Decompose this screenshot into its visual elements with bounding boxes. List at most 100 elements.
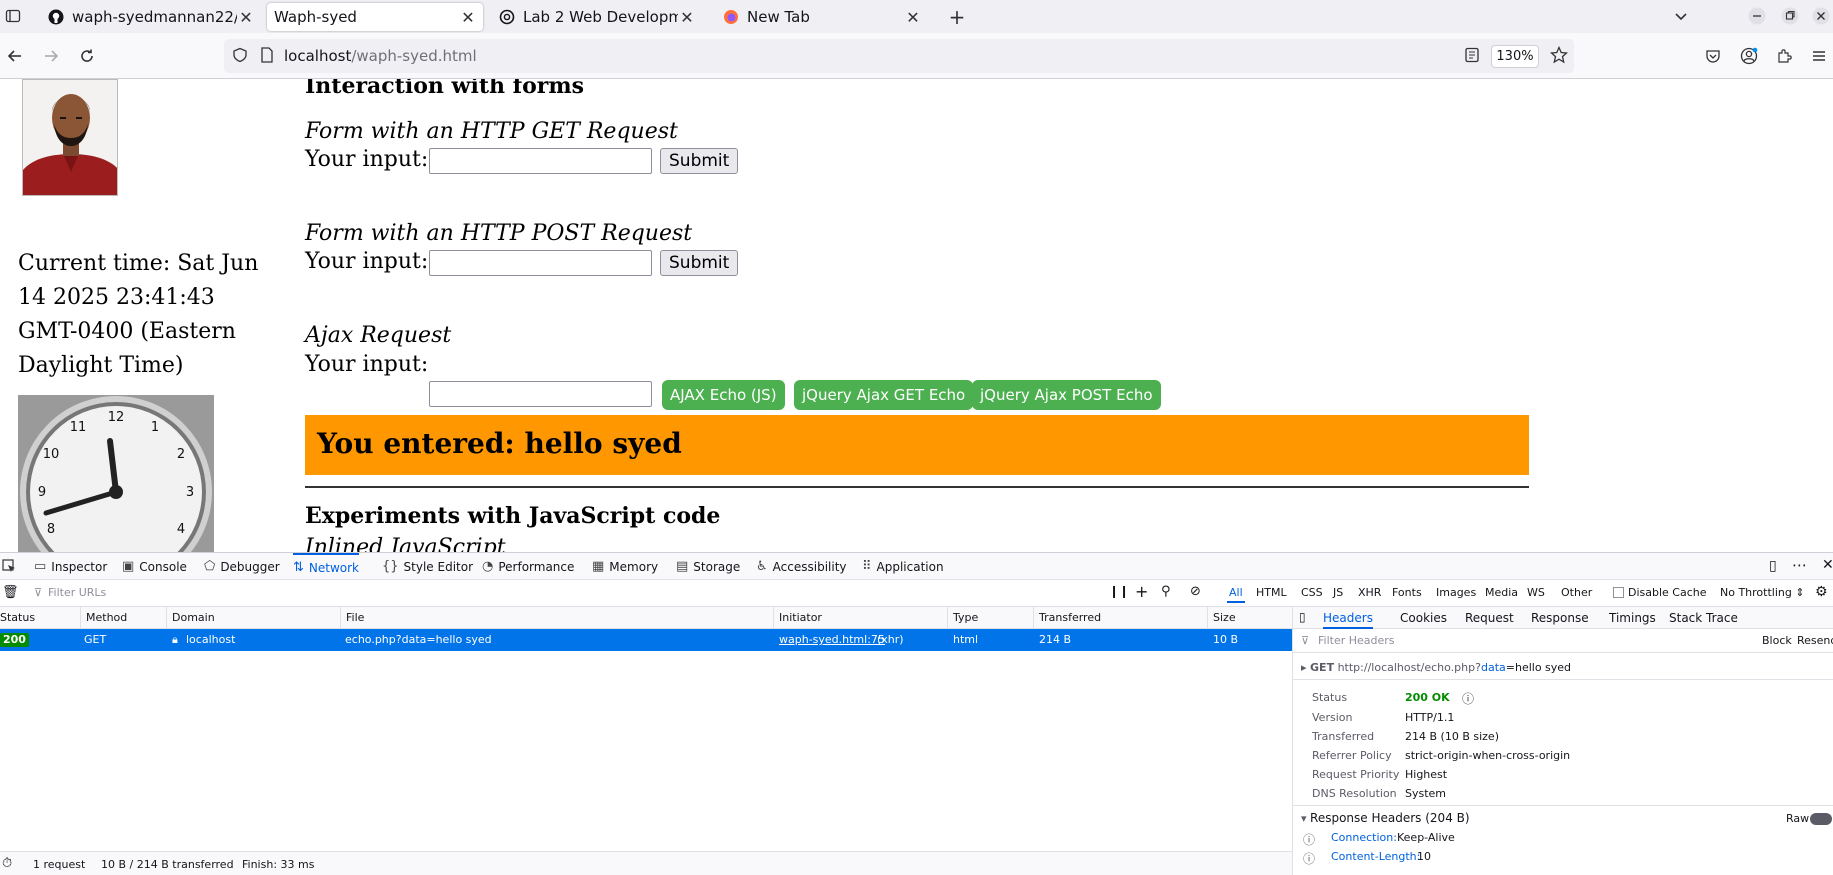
back-arrow-icon[interactable] [1,42,29,70]
close-window-icon[interactable] [1811,6,1831,26]
help-icon[interactable]: ⓘ [1303,831,1315,848]
jquery-post-echo-button[interactable]: jQuery Ajax POST Echo [972,380,1161,410]
block-button[interactable]: Block [1762,634,1792,647]
details-tab-headers[interactable]: Headers [1323,607,1373,629]
response-headers-section[interactable]: ▾ Response Headers (204 B) [1301,811,1470,825]
column-size[interactable]: Size [1207,607,1236,629]
filter-headers-input[interactable]: Filter Headers [1318,634,1395,647]
details-tab-cookies[interactable]: Cookies [1400,607,1447,629]
post-submit-button[interactable]: Submit [660,250,739,276]
ajax-echo-js-button[interactable]: AJAX Echo (JS) [662,380,785,410]
toggle-sidebar-icon[interactable]: ▯ [1299,610,1306,624]
devtools-tab-performance[interactable]: ◔ Performance [482,553,574,580]
forward-arrow-icon[interactable] [37,42,65,70]
details-tab-timings[interactable]: Timings [1609,607,1656,629]
devtools-tab-application[interactable]: ⠿ Application [862,553,944,580]
more-options-icon[interactable]: ⋯ [1792,556,1807,574]
column-transferred[interactable]: Transferred [1033,607,1101,629]
get-input-field[interactable] [429,148,652,174]
column-status[interactable]: Status [0,607,35,629]
throttling-select[interactable]: No Throttling ⇕ [1720,586,1805,599]
tab-waph-syed[interactable]: Waph-syed ✕ [267,3,483,31]
dock-icon[interactable]: ▯ [1769,558,1777,574]
tab-lab2[interactable]: Lab 2 Web Development ✕ [488,3,702,31]
close-devtools-icon[interactable]: ✕ [1822,557,1833,573]
url-bar[interactable]: localhost/waph-syed.html 130% [224,39,1574,73]
details-tab-stack-trace[interactable]: Stack Trace [1669,607,1738,629]
menu-icon[interactable] [1805,42,1833,70]
filter-css[interactable]: CSS [1301,586,1323,599]
expand-arrow-icon: ▾ [1301,812,1311,825]
firefox-icon [722,9,739,26]
column-domain[interactable]: Domain [166,607,215,629]
url-text[interactable]: localhost/waph-syed.html [284,47,477,65]
column-initiator[interactable]: Initiator [773,607,822,629]
details-tab-request[interactable]: Request [1465,607,1514,629]
new-tab-icon[interactable]: + [945,5,969,29]
shield-icon[interactable] [232,47,248,67]
pause-icon[interactable]: ❙❙ [1109,584,1129,598]
cell-initiator-link[interactable]: waph-syed.html:75 [779,629,885,651]
filter-xhr[interactable]: XHR [1358,586,1381,599]
disable-cache-checkbox[interactable] [1613,587,1624,598]
extensions-icon[interactable] [1770,42,1798,70]
devtools-tab-inspector[interactable]: ▭ Inspector [34,553,107,580]
request-line[interactable]: ▸ GET http://localhost/echo.php?data=hel… [1301,661,1571,674]
trash-icon[interactable]: 🗑 [2,585,19,600]
devtools-tab-memory[interactable]: ▦ Memory [592,553,658,580]
column-file[interactable]: File [340,607,364,629]
reload-icon[interactable] [73,42,101,70]
filter-fonts[interactable]: Fonts [1392,586,1422,599]
settings-gear-icon[interactable]: ⚙ [1815,584,1828,600]
filter-html[interactable]: HTML [1256,586,1287,599]
restore-icon[interactable] [1780,6,1800,26]
add-icon[interactable]: + [1135,582,1148,601]
zoom-level[interactable]: 130% [1491,45,1539,68]
bookmark-star-icon[interactable] [1549,45,1569,68]
filter-images[interactable]: Images [1436,586,1476,599]
close-icon[interactable]: ✕ [678,8,696,27]
raw-toggle[interactable] [1810,813,1832,825]
minimize-icon[interactable] [1747,6,1767,26]
close-icon[interactable]: ✕ [459,8,477,27]
filter-all[interactable]: All [1227,586,1245,603]
help-icon[interactable]: ⓘ [1462,690,1474,707]
chevron-down-icon[interactable] [1671,6,1691,26]
help-icon[interactable]: ⓘ [1303,850,1315,867]
devtools-tab-storage[interactable]: ▤ Storage [676,553,740,580]
devtools-tab-console[interactable]: ▣ Console [122,553,187,580]
clock-number: 4 [177,522,185,537]
account-icon[interactable] [1735,42,1763,70]
devtools-tab-style-editor[interactable]: {} Style Editor [382,553,473,580]
tab-new-tab[interactable]: New Tab ✕ [712,3,928,31]
element-picker-icon[interactable] [2,559,16,577]
filter-ws[interactable]: WS [1527,586,1545,599]
devtools-tab-network[interactable]: ⇅ Network [293,553,360,580]
pocket-icon[interactable] [1699,42,1727,70]
network-filter-bar: 🗑 ⊽ Filter URLs ❙❙ + ⚲ ⊘ All HTML CSS JS… [0,580,1833,607]
page-info-icon[interactable] [260,47,274,67]
table-row[interactable]: 200 GET 🔒︎ localhost echo.php?data=hello… [0,629,1292,651]
column-method[interactable]: Method [80,607,127,629]
devtools-tab-accessibility[interactable]: ♿ Accessibility [756,553,847,580]
search-icon[interactable]: ⚲ [1161,584,1171,599]
get-submit-button[interactable]: Submit [660,148,739,174]
close-icon[interactable]: ✕ [237,8,255,27]
tab-list-icon[interactable] [4,7,22,25]
post-input-field[interactable] [429,250,652,276]
tab-github[interactable]: waph-syedmannan22/lab ✕ [37,3,261,31]
devtools-tab-debugger[interactable]: ⬠ Debugger [204,553,280,580]
ajax-input-field[interactable] [429,381,652,407]
filter-other[interactable]: Other [1561,586,1592,599]
filter-urls-input[interactable]: Filter URLs [48,586,106,599]
post-form-title: Form with an HTTP POST Request [305,221,693,246]
filter-media[interactable]: Media [1485,586,1518,599]
jquery-get-echo-button[interactable]: jQuery Ajax GET Echo [794,380,974,410]
reader-view-icon[interactable] [1464,47,1480,67]
filter-js[interactable]: JS [1333,586,1343,599]
resend-button[interactable]: Resend [1797,634,1833,647]
block-icon[interactable]: ⊘ [1190,584,1201,599]
details-tab-response[interactable]: Response [1531,607,1589,629]
column-type[interactable]: Type [947,607,978,629]
close-icon[interactable]: ✕ [904,8,922,27]
